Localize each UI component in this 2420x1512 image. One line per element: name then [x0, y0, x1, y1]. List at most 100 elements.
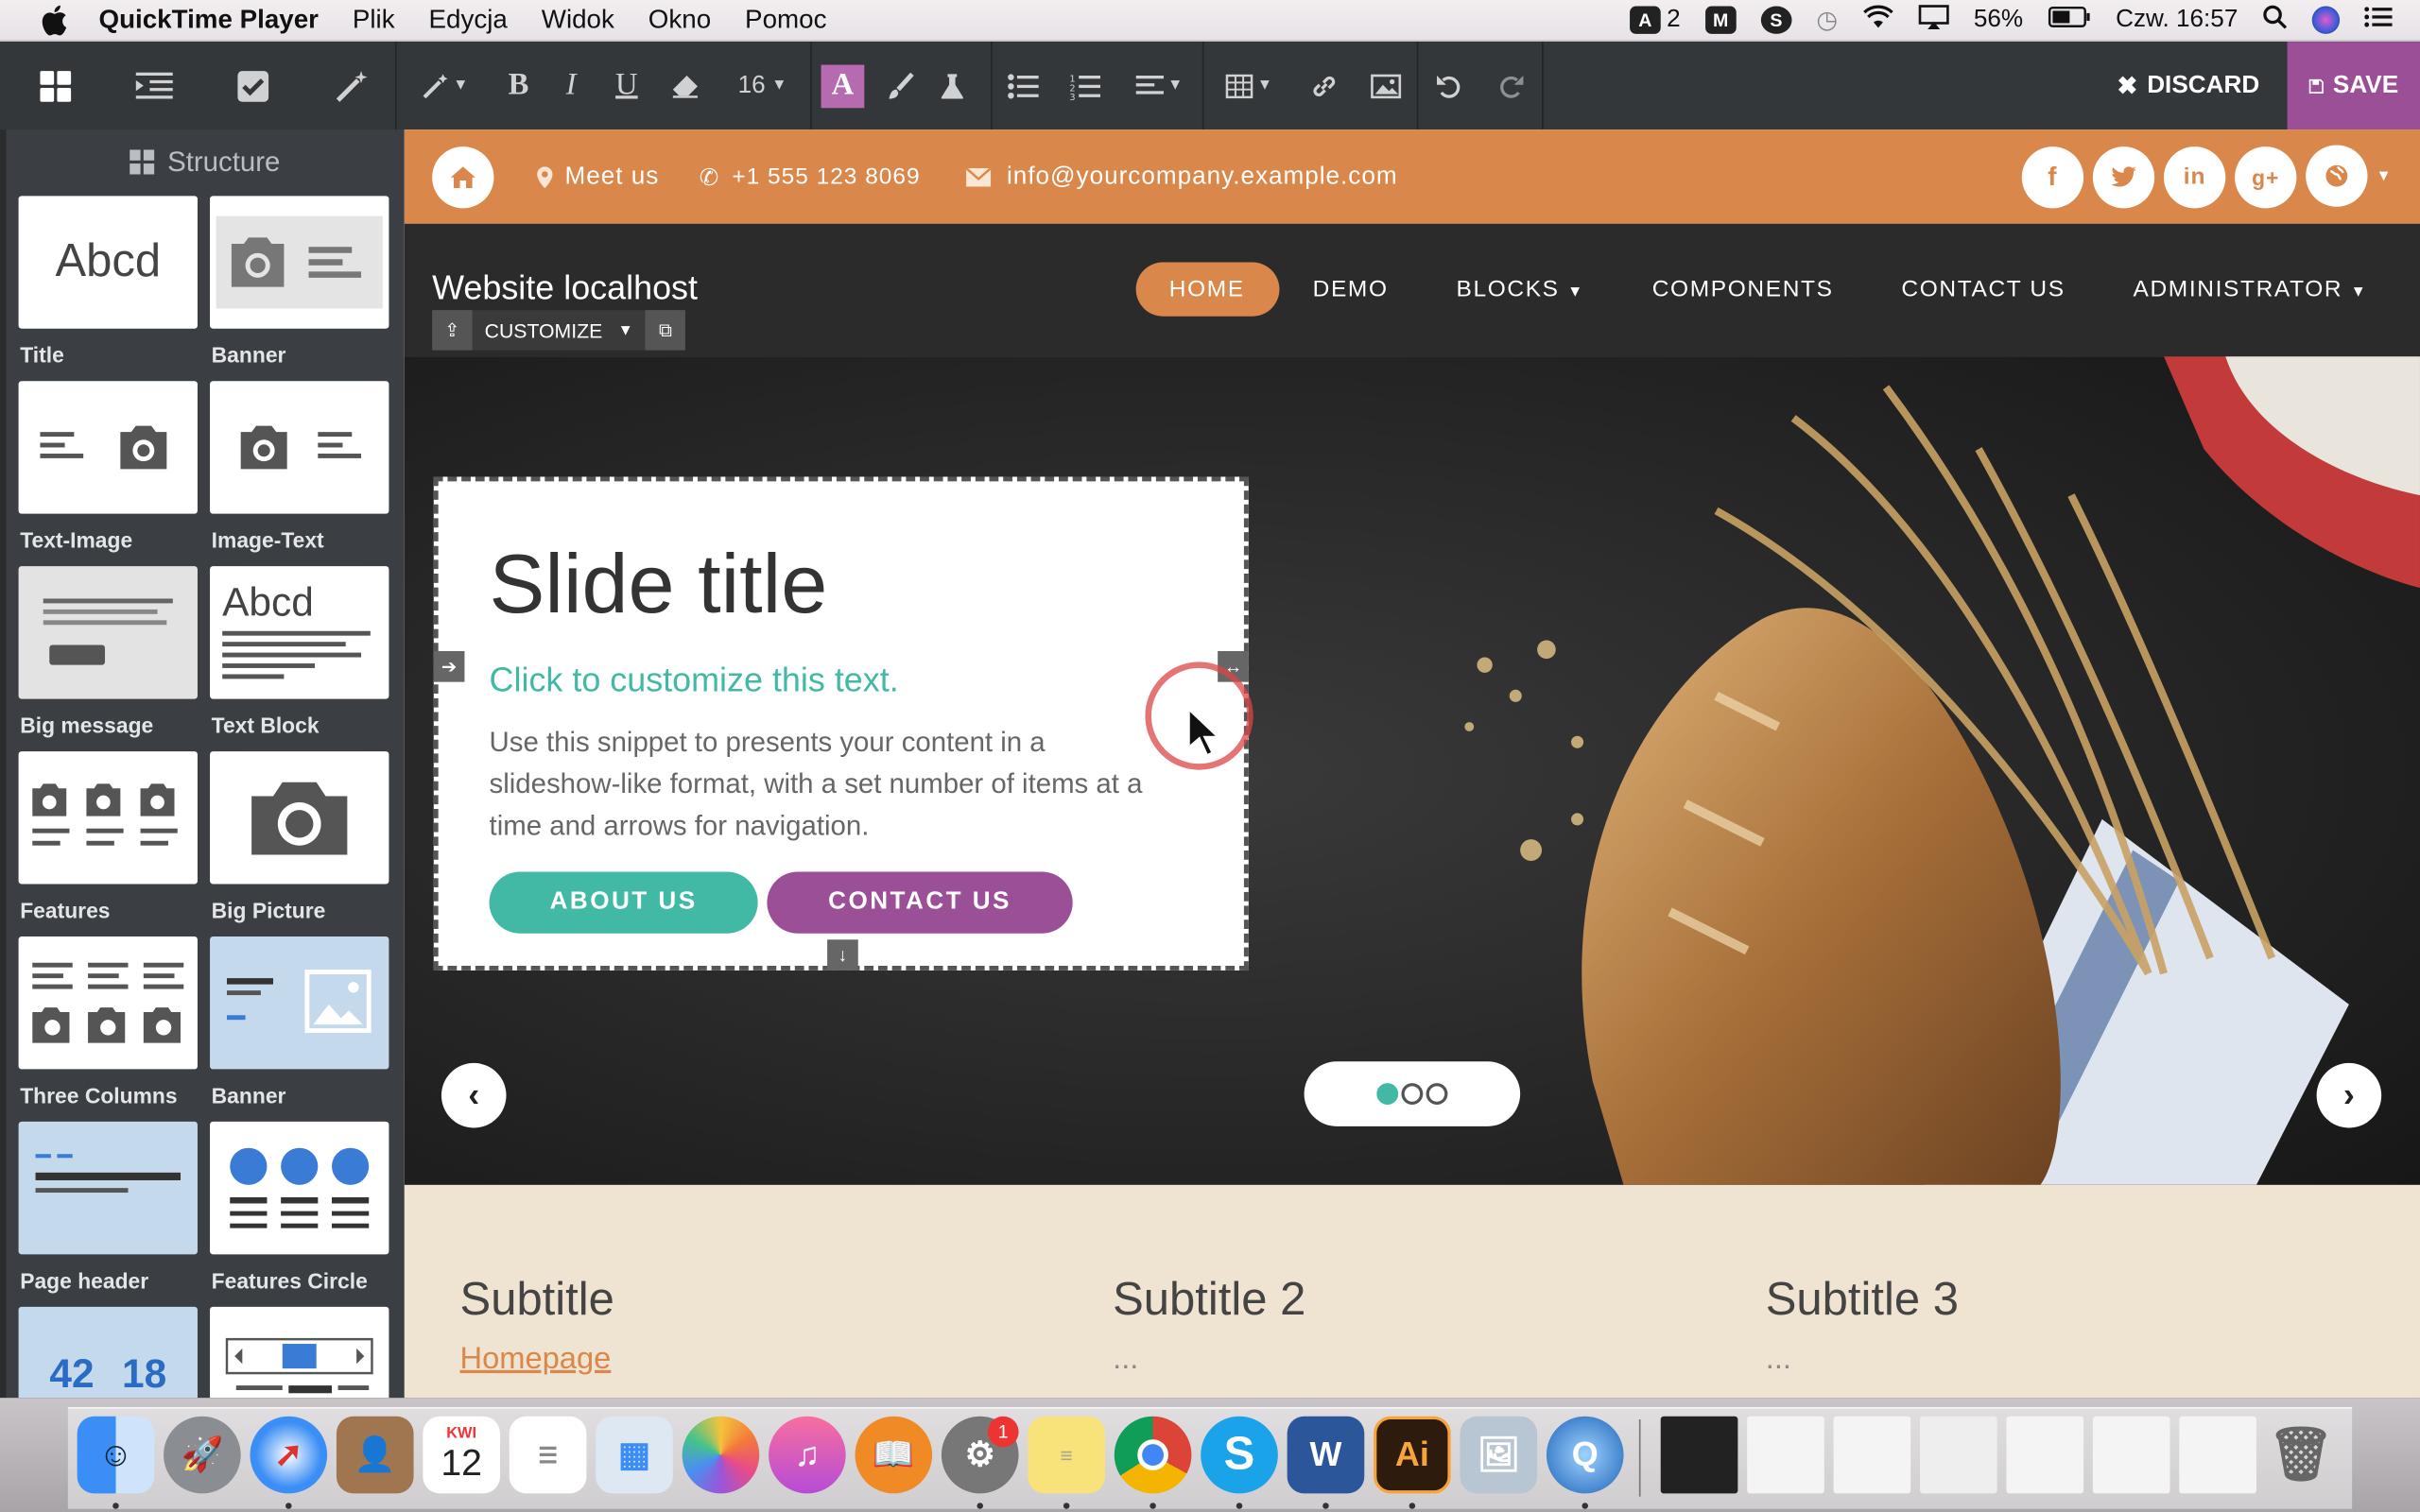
skype-menubar-icon[interactable]: S	[1760, 6, 1792, 34]
preview-icon[interactable]: 🖼	[1460, 1416, 1538, 1494]
skype-icon[interactable]: S	[1201, 1416, 1278, 1494]
dock-window-thumb[interactable]	[2179, 1416, 2256, 1494]
menu-pomoc[interactable]: Pomoc	[745, 5, 826, 36]
dock-window-thumb[interactable]	[1747, 1416, 1824, 1494]
phone-link[interactable]: ✆ +1 555 123 8069	[700, 163, 921, 191]
facebook-icon[interactable]: f	[2021, 146, 2084, 208]
menu-okno[interactable]: Okno	[648, 5, 711, 36]
itunes-icon[interactable]: ♫	[769, 1416, 846, 1494]
linkedin-icon[interactable]: in	[2163, 146, 2226, 208]
undo-icon[interactable]	[1418, 42, 1479, 129]
magic-wand-icon[interactable]	[309, 42, 395, 129]
airplay-icon[interactable]	[1918, 4, 1949, 36]
reminders-icon[interactable]: ☰	[509, 1416, 587, 1494]
notes-icon[interactable]: ≡	[1028, 1416, 1105, 1494]
ibooks-icon[interactable]: 📖	[855, 1416, 933, 1494]
nav-demo[interactable]: DEMO	[1279, 263, 1423, 317]
battery-percent[interactable]: 56%	[1974, 7, 2023, 34]
twitter-icon[interactable]	[2092, 146, 2155, 208]
site-brand[interactable]: Website localhost	[432, 268, 698, 308]
home-icon[interactable]	[432, 146, 494, 208]
slide-title[interactable]: Slide title	[490, 543, 1193, 627]
dock-window-thumb[interactable]	[1920, 1416, 1997, 1494]
numbered-list-icon[interactable]: 123	[1054, 42, 1115, 129]
battery-icon[interactable]	[2048, 6, 2091, 35]
slide-content-card[interactable]: Slide title Click to customize this text…	[433, 476, 1249, 971]
snippet-carousel[interactable]	[210, 1306, 389, 1399]
notification-center-icon[interactable]	[2364, 6, 2393, 35]
about-us-button[interactable]: ABOUT US	[489, 871, 758, 934]
nav-blocks[interactable]: BLOCKS ▼	[1423, 263, 1618, 317]
meet-us-link[interactable]: Meet us	[537, 163, 659, 190]
style-wand-dropdown[interactable]: ▼	[397, 42, 493, 129]
carousel-prev-button[interactable]: ‹	[441, 1062, 507, 1128]
clock[interactable]: Czw. 16:57	[2116, 7, 2238, 34]
launchpad-icon[interactable]: 🚀	[164, 1416, 241, 1494]
contacts-icon[interactable]: 👤	[336, 1416, 414, 1494]
brush-icon[interactable]	[873, 42, 926, 129]
safari-icon[interactable]: ➚	[250, 1416, 328, 1494]
menu-widok[interactable]: Widok	[542, 5, 614, 36]
spotlight-search-icon[interactable]	[2262, 4, 2288, 36]
quicktime-icon[interactable]: Q	[1546, 1416, 1624, 1494]
slide-subtitle[interactable]: Click to customize this text.	[490, 661, 1193, 700]
flask-icon[interactable]	[926, 42, 979, 129]
snippet-banner[interactable]: Banner	[210, 196, 389, 368]
slide-body-text[interactable]: Use this snippet to presents your conten…	[490, 722, 1184, 847]
menu-plik[interactable]: Plik	[353, 5, 395, 36]
photo-booth-icon[interactable]: ▦	[596, 1416, 673, 1494]
chrome-icon[interactable]	[1114, 1416, 1192, 1494]
email-link[interactable]: info@yourcompany.example.com	[966, 163, 1398, 190]
bold-icon[interactable]: B	[493, 42, 545, 129]
apple-icon[interactable]	[37, 3, 71, 37]
link-icon[interactable]	[1293, 42, 1355, 129]
illustrator-icon[interactable]: Ai	[1374, 1416, 1451, 1494]
indicator-dot[interactable]	[1426, 1083, 1448, 1105]
nav-home[interactable]: HOME	[1134, 262, 1279, 317]
nav-components[interactable]: COMPONENTS	[1618, 263, 1868, 317]
snippet-features-circle[interactable]: Features Circle	[210, 1121, 389, 1293]
indent-list-icon[interactable]	[112, 42, 198, 129]
move-left-handle-icon[interactable]: ➔	[433, 650, 465, 682]
snippet-image-text[interactable]: Image-Text	[210, 381, 389, 552]
nav-contact-us[interactable]: CONTACT US	[1868, 263, 2100, 317]
bullet-list-icon[interactable]	[993, 42, 1054, 129]
indicator-dot-active[interactable]	[1376, 1083, 1399, 1105]
wifi-icon[interactable]	[1862, 4, 1893, 36]
nav-administrator[interactable]: ADMINISTRATOR ▼	[2100, 263, 2402, 317]
customize-dropdown[interactable]: CUSTOMIZE ▼	[473, 318, 646, 341]
snippet-numbers[interactable]: 42 18	[18, 1306, 198, 1399]
resize-bottom-handle-icon[interactable]: ↓	[827, 939, 858, 971]
carousel-next-button[interactable]: ›	[2316, 1062, 2382, 1128]
eraser-icon[interactable]	[656, 42, 715, 129]
menu-edycja[interactable]: Edycja	[429, 5, 508, 36]
snippet-text-image[interactable]: Text-Image	[18, 381, 198, 552]
snippet-page-header[interactable]: Page header	[18, 1121, 198, 1293]
indicator-dot[interactable]	[1401, 1083, 1424, 1105]
time-machine-icon[interactable]: ◷	[1816, 5, 1838, 36]
align-dropdown[interactable]: ▼	[1115, 42, 1201, 129]
contact-us-button[interactable]: CONTACT US	[767, 871, 1073, 934]
homepage-link[interactable]: Homepage	[460, 1342, 612, 1378]
snippet-text-block[interactable]: Abcd Text Block	[210, 566, 389, 737]
snippet-three-columns[interactable]: Three Columns	[18, 936, 198, 1108]
word-icon[interactable]: W	[1287, 1416, 1365, 1494]
snippet-big-picture[interactable]: Big Picture	[210, 751, 389, 922]
snippets-grid-icon[interactable]	[0, 42, 112, 129]
font-color-icon[interactable]: A	[812, 42, 873, 129]
checkbox-icon[interactable]	[198, 42, 309, 129]
language-dropdown[interactable]: ▼	[2305, 145, 2392, 207]
redo-icon[interactable]	[1480, 42, 1542, 129]
snippet-features[interactable]: Features	[18, 751, 198, 922]
menu-app-name[interactable]: QuickTime Player	[98, 5, 318, 36]
adobe-status[interactable]: A2	[1629, 6, 1681, 34]
dock-window-thumb[interactable]	[1660, 1416, 1738, 1494]
dock-window-thumb[interactable]	[2006, 1416, 2084, 1494]
snippet-title[interactable]: Abcd Title	[18, 196, 198, 368]
snippet-big-message[interactable]: Big message	[18, 566, 198, 737]
discard-button[interactable]: ✖ DISCARD	[2089, 42, 2287, 129]
image-icon[interactable]	[1355, 42, 1416, 129]
finder-icon[interactable]: ☺	[77, 1416, 155, 1494]
duplicate-icon[interactable]: ⧉	[645, 310, 686, 351]
malwarebytes-icon[interactable]: M	[1704, 6, 1737, 34]
